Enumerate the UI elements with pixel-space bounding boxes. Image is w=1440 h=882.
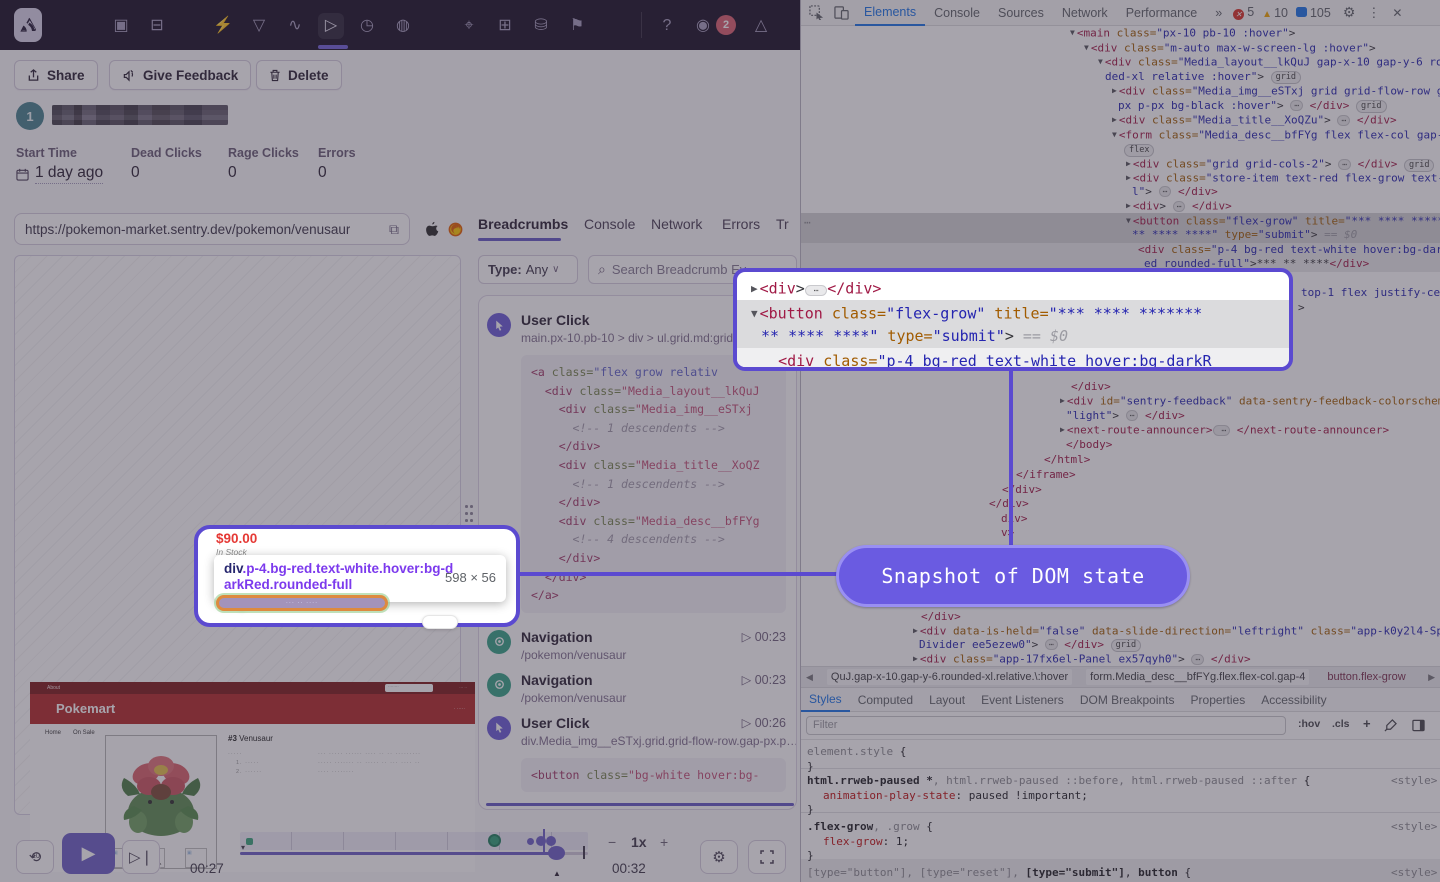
- connector-vertical: [1009, 370, 1013, 548]
- tooltip-dimensions: 598 × 56: [445, 570, 496, 585]
- tooltip-selector-classes: .p-4.bg-red.text-white.hover:bg-darkRed.…: [224, 561, 453, 592]
- replay-inspect-highlight: $90.00 In Stock div.p-4.bg-red.text-whit…: [194, 525, 520, 627]
- highlighted-buy-button[interactable]: ··· ·· ····: [216, 595, 388, 611]
- dom-state-callout: ▶<div> ⋯ </div>▼<button class="flex-grow…: [733, 268, 1293, 371]
- feedback-widget-pill: [422, 615, 458, 629]
- tooltip-selector-tag: div: [224, 561, 243, 576]
- connector-horizontal: [518, 572, 839, 576]
- masked-button-label: ··· ·· ····: [286, 600, 318, 606]
- tutorial-highlights: $90.00 In Stock div.p-4.bg-red.text-whit…: [0, 0, 1440, 882]
- product-price: $90.00: [216, 531, 257, 546]
- snapshot-callout-pill: Snapshot of DOM state: [836, 545, 1190, 607]
- callout-label: Snapshot of DOM state: [881, 564, 1144, 588]
